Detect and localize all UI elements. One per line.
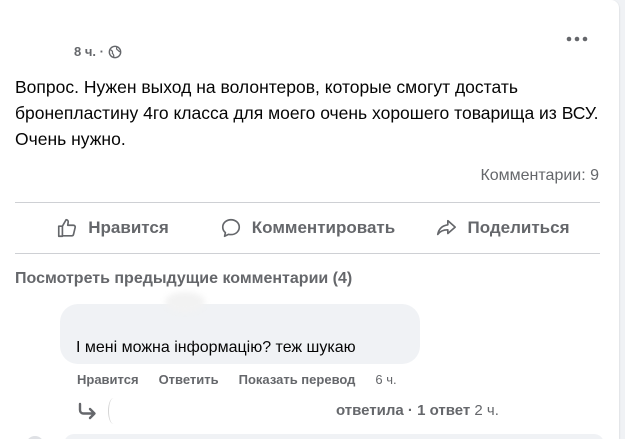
share-arrow-icon [437, 219, 457, 236]
post-meta: 8 ч. · [74, 44, 122, 59]
commenter-name-blurred [165, 292, 205, 312]
divider [15, 253, 600, 254]
comment-reply-link[interactable]: Ответить [159, 372, 219, 387]
post-text: Вопрос. Нужен выход на волонтеров, котор… [15, 77, 599, 149]
post-card: 8 ч. · Вопрос. Нужен выход на волонтеров… [0, 0, 619, 439]
replies-summary: ответила · 1 ответ 2 ч. [336, 402, 499, 419]
comment-label: Комментировать [251, 218, 396, 237]
reply-arrow-icon [78, 402, 96, 420]
globe-icon [108, 45, 122, 59]
replies-link[interactable]: ответила · 1 ответ 2 ч. [78, 398, 538, 424]
replies-time: 2 ч. [474, 402, 499, 419]
replies-summary-text: ответила · 1 ответ [336, 402, 471, 419]
more-options-button[interactable] [560, 24, 594, 54]
post-actions-bar: Нравится Комментировать Поделиться [15, 203, 600, 253]
comment-time[interactable]: 6 ч. [375, 372, 396, 387]
like-label: Нравится [88, 218, 169, 237]
post-time[interactable]: 8 ч. · [74, 44, 104, 59]
view-previous-comments-link[interactable]: Посмотреть предыдущие комментарии (4) [15, 270, 352, 288]
thumbs-up-icon [58, 218, 77, 238]
comments-count-link[interactable]: Комментарии: 9 [480, 167, 599, 185]
comment-actions: Нравится Ответить Показать перевод 6 ч. [77, 372, 397, 387]
comment-button[interactable]: Комментировать [210, 203, 405, 253]
share-button[interactable]: Поделиться [405, 203, 600, 253]
comment-translate-link[interactable]: Показать перевод [239, 372, 356, 387]
like-button[interactable]: Нравится [15, 203, 210, 253]
comment-text: І мені можна інформацію? теж шукаю [76, 339, 356, 356]
more-options-icon [566, 36, 588, 42]
comment-like-link[interactable]: Нравится [77, 372, 139, 387]
comment-bubble-icon [221, 218, 240, 238]
comment-item-next [64, 434, 604, 439]
reply-avatar-blurred [108, 398, 119, 424]
share-label: Поделиться [467, 218, 570, 237]
